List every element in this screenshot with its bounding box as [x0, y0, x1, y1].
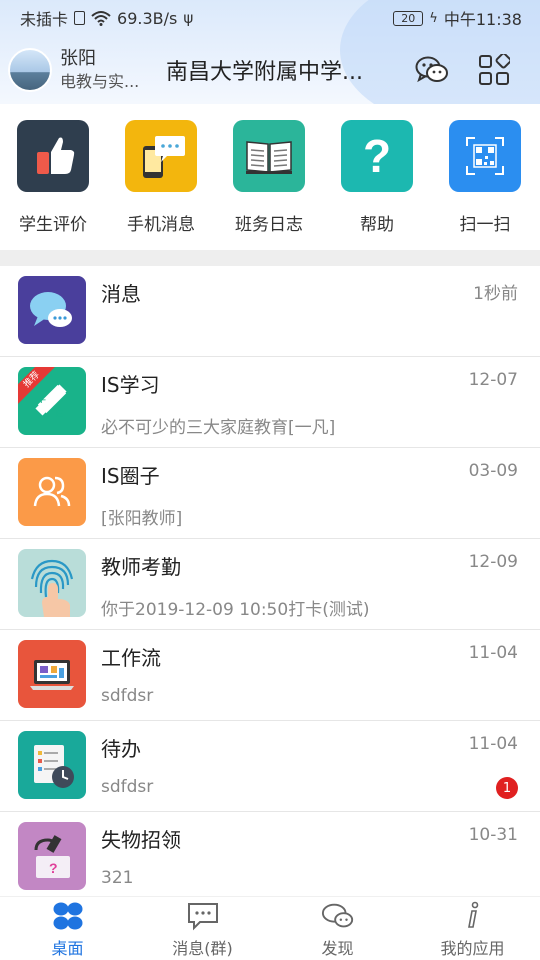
quick-action-help[interactable]: ? 帮助	[332, 120, 422, 235]
item-title: 教师考勤	[101, 555, 181, 579]
thumbs-up-icon	[17, 120, 89, 192]
item-desc: [张阳教师]	[101, 509, 183, 529]
quick-action-phone-message[interactable]: 手机消息	[116, 120, 206, 235]
status-bar: 未插卡 69.3B/s ψ 20 ϟ 中午11:38	[0, 0, 540, 36]
pencil-ruler-icon: F E 推荐	[18, 367, 86, 435]
quick-action-student-eval[interactable]: 学生评价	[8, 120, 98, 235]
tab-label: 发现	[321, 939, 354, 958]
bottom-nav: 桌面 消息(群) 发现 我的应用	[0, 896, 540, 960]
list-item[interactable]: 待办 11-04 sdfdsr 1	[0, 721, 540, 812]
list-item[interactable]: 工作流 11-04 sdfdsr	[0, 630, 540, 721]
user-role: 电教与实...	[60, 72, 140, 91]
lost-found-icon: ?	[18, 822, 86, 890]
item-title: IS学习	[101, 373, 160, 397]
network-speed: 69.3B/s	[117, 8, 178, 28]
list-item[interactable]: IS圈子 03-09 [张阳教师]	[0, 448, 540, 539]
item-title: IS圈子	[101, 464, 160, 488]
item-desc: 321	[101, 868, 134, 888]
item-title: 消息	[101, 282, 141, 306]
tab-label: 桌面	[51, 939, 84, 958]
quick-action-label: 扫一扫	[459, 215, 511, 235]
list-item[interactable]: 消息 1秒前	[0, 266, 540, 357]
charging-icon: ϟ	[429, 10, 438, 26]
desktop-grid-icon	[51, 901, 85, 931]
chat-bubbles-icon	[18, 276, 86, 344]
battery-icon: 20	[393, 10, 424, 26]
apps-grid-icon[interactable]	[476, 52, 512, 88]
wifi-icon	[91, 11, 111, 26]
item-time: 12-09	[468, 552, 518, 572]
message-list: 消息 1秒前 F E 推荐 IS学习 12-07 必不可少的三大家庭教育[一凡]	[0, 266, 540, 903]
quick-action-label: 帮助	[360, 215, 394, 235]
laptop-icon	[18, 640, 86, 708]
quick-actions: 学生评价 手机消息 班务日志 ? 帮助 扫一扫	[0, 104, 540, 250]
item-desc: 必不可少的三大家庭教育[一凡]	[101, 418, 336, 438]
discover-chat-icon	[321, 901, 355, 931]
tab-messages-group[interactable]: 消息(群)	[135, 897, 270, 960]
fingerprint-icon	[18, 549, 86, 617]
battery-level: 20	[401, 11, 416, 25]
item-desc: sdfdsr	[101, 777, 154, 797]
tab-desktop[interactable]: 桌面	[0, 897, 135, 960]
svg-text:?: ?	[49, 860, 58, 876]
wechat-icon[interactable]	[414, 52, 450, 88]
item-time: 03-09	[468, 461, 518, 481]
todo-clock-icon	[18, 731, 86, 799]
list-item[interactable]: 教师考勤 12-09 你于2019-12-09 10:50打卡(测试)	[0, 539, 540, 630]
sim-card-icon	[74, 11, 86, 25]
item-time: 12-07	[468, 370, 518, 390]
school-name[interactable]: 南昌大学附属中学...	[166, 54, 392, 86]
open-book-icon	[233, 120, 305, 192]
user-info[interactable]: 张阳 电教与实...	[60, 47, 152, 93]
item-time: 11-04	[468, 643, 518, 663]
item-title: 失物招领	[101, 828, 181, 852]
item-time: 1秒前	[473, 284, 518, 304]
list-item[interactable]: F E 推荐 IS学习 12-07 必不可少的三大家庭教育[一凡]	[0, 357, 540, 448]
section-divider	[0, 250, 540, 266]
tab-discover[interactable]: 发现	[270, 897, 405, 960]
usb-icon: ψ	[183, 9, 194, 27]
quick-action-scan[interactable]: 扫一扫	[440, 120, 530, 235]
no-sim-text: 未插卡	[20, 10, 69, 29]
svg-text:F: F	[40, 395, 46, 406]
status-time: 中午11:38	[443, 10, 522, 29]
item-title: 待办	[101, 737, 141, 761]
item-desc: sdfdsr	[101, 686, 154, 706]
item-time: 10-31	[468, 825, 518, 845]
phone-message-icon	[125, 120, 197, 192]
list-item[interactable]: ? 失物招领 10-31 321	[0, 812, 540, 903]
quick-action-label: 手机消息	[127, 215, 195, 235]
item-title: 工作流	[101, 646, 161, 670]
profile-row: 张阳 电教与实... 南昌大学附属中学...	[8, 44, 532, 96]
question-icon: ?	[341, 120, 413, 192]
user-name: 张阳	[60, 48, 96, 69]
tab-label: 消息(群)	[172, 939, 233, 958]
item-desc: 你于2019-12-09 10:50打卡(测试)	[101, 600, 370, 620]
tab-my-apps[interactable]: 我的应用	[405, 897, 540, 960]
info-i-icon	[456, 901, 490, 931]
quick-action-label: 学生评价	[19, 215, 87, 235]
avatar[interactable]	[8, 48, 52, 92]
users-icon	[18, 458, 86, 526]
message-group-icon	[186, 901, 220, 931]
quick-action-label: 班务日志	[235, 215, 303, 235]
quick-action-class-log[interactable]: 班务日志	[224, 120, 314, 235]
tab-label: 我的应用	[440, 939, 505, 958]
item-time: 11-04	[468, 734, 518, 754]
unread-badge: 1	[496, 777, 518, 799]
svg-text:E: E	[56, 409, 63, 420]
qr-scan-icon	[449, 120, 521, 192]
